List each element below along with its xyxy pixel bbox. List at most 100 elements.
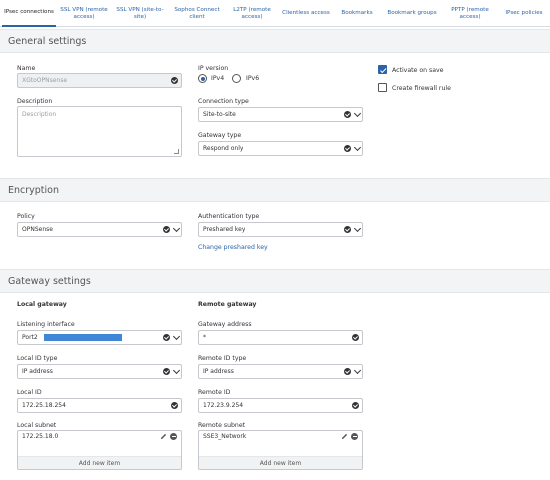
- connection-type-label: Connection type: [198, 98, 249, 105]
- local-id-type-select[interactable]: IP address: [17, 364, 182, 379]
- check-circle-icon: [352, 334, 359, 341]
- listening-interface-label: Listening interface: [17, 321, 75, 328]
- name-label: Name: [17, 65, 36, 72]
- local-subnet-label: Local subnet: [17, 422, 57, 429]
- gateway-settings-header: Gateway settings: [0, 269, 550, 293]
- authentication-type-value: Preshared key: [203, 226, 246, 233]
- gateway-address-label: Gateway address: [198, 321, 252, 328]
- general-settings-title: General settings: [8, 36, 87, 47]
- connection-type-value: Site-to-site: [203, 111, 236, 118]
- local-id-label: Local ID: [17, 389, 42, 396]
- encryption-section: Policy OPNSense Authentication type Pres…: [0, 202, 550, 266]
- description-textarea[interactable]: Description: [17, 106, 182, 157]
- create-firewall-rule-checkbox[interactable]: [378, 83, 387, 92]
- gateway-address-field[interactable]: *: [198, 330, 363, 345]
- description-label: Description: [17, 98, 53, 105]
- remote-id-type-select[interactable]: IP address: [198, 364, 363, 379]
- description-placeholder: Description: [22, 111, 57, 118]
- check-circle-icon: [163, 334, 170, 341]
- general-settings-section: Name XGtoOPNsense Description Descriptio…: [0, 53, 550, 175]
- gateway-type-value: Respond only: [203, 145, 244, 152]
- remote-id-value: 172.23.9.254: [203, 402, 244, 409]
- remote-id-field[interactable]: 172.23.9.254: [198, 398, 363, 413]
- gateway-settings-section: Local gateway Listening interface Port2 …: [0, 293, 550, 480]
- tab-bookmark-groups[interactable]: Bookmark groups: [384, 0, 440, 27]
- tab-bar: IPsec connections SSL VPN (remote access…: [0, 0, 550, 27]
- encryption-header: Encryption: [0, 178, 550, 202]
- gateway-type-label: Gateway type: [198, 132, 242, 139]
- check-circle-icon: [344, 111, 351, 118]
- activate-on-save-checkbox[interactable]: [378, 65, 387, 74]
- redaction-bar: [44, 334, 122, 341]
- add-new-item-button[interactable]: Add new item: [199, 456, 362, 469]
- remote-id-label: Remote ID: [198, 389, 231, 396]
- tab-ssl-vpn-remote-access[interactable]: SSL VPN (remote access): [58, 0, 110, 27]
- pencil-icon[interactable]: [341, 433, 348, 440]
- remote-subnet-label: Remote subnet: [198, 422, 246, 429]
- gateway-address-value: *: [203, 334, 206, 341]
- tab-ssl-vpn-site-to-site[interactable]: SSL VPN (site-to-site): [114, 0, 166, 27]
- chevron-down-icon: [353, 109, 362, 118]
- policy-label: Policy: [17, 213, 35, 220]
- tab-ipsec-connections[interactable]: IPsec connections: [2, 0, 56, 27]
- listening-interface-value: Port2: [22, 334, 38, 341]
- gateway-type-select[interactable]: Respond only: [198, 141, 363, 156]
- check-circle-icon: [163, 368, 170, 375]
- chevron-down-icon: [172, 332, 181, 341]
- ipv4-radio[interactable]: [198, 74, 207, 83]
- gateway-settings-title: Gateway settings: [8, 276, 91, 287]
- ipv6-radio[interactable]: [232, 74, 241, 83]
- remote-subnet-item: SSE3_Network: [203, 433, 247, 440]
- check-circle-icon: [163, 226, 170, 233]
- tab-bookmarks[interactable]: Bookmarks: [336, 0, 378, 27]
- chevron-down-icon: [353, 224, 362, 233]
- tab-ipsec-policies[interactable]: IPsec policies: [500, 0, 548, 27]
- local-id-type-label: Local ID type: [17, 355, 58, 362]
- remove-icon[interactable]: [170, 433, 177, 440]
- chevron-down-icon: [172, 224, 181, 233]
- remove-icon[interactable]: [351, 433, 358, 440]
- chevron-down-icon: [353, 143, 362, 152]
- check-circle-icon: [171, 77, 178, 84]
- chevron-down-icon: [353, 366, 362, 375]
- authentication-type-select[interactable]: Preshared key: [198, 222, 363, 237]
- policy-select[interactable]: OPNSense: [17, 222, 182, 237]
- remote-gateway-heading: Remote gateway: [198, 301, 257, 308]
- add-new-item-button[interactable]: Add new item: [18, 456, 181, 469]
- ipv4-label: IPv4: [211, 75, 225, 82]
- local-subnet-item: 172.25.18.0: [22, 433, 59, 440]
- ip-version-label: IP version: [198, 65, 229, 72]
- pencil-icon[interactable]: [160, 433, 167, 440]
- check-circle-icon: [344, 145, 351, 152]
- check-circle-icon: [352, 402, 359, 409]
- check-circle-icon: [344, 226, 351, 233]
- remote-subnet-list: SSE3_Network Add new item: [198, 430, 363, 470]
- chevron-down-icon: [172, 366, 181, 375]
- general-settings-header: General settings: [0, 29, 550, 53]
- local-id-field[interactable]: 172.25.18.254: [17, 398, 182, 413]
- resize-handle-icon[interactable]: [174, 149, 179, 154]
- remote-id-type-value: IP address: [203, 368, 234, 375]
- ipv6-label: IPv6: [246, 75, 260, 82]
- check-circle-icon: [344, 368, 351, 375]
- listening-interface-select[interactable]: Port2: [17, 330, 182, 345]
- tab-sophos-connect-client[interactable]: Sophos Connect client: [170, 0, 224, 27]
- local-id-type-value: IP address: [22, 368, 53, 375]
- activate-on-save-label: Activate on save: [392, 67, 444, 74]
- local-id-value: 172.25.18.254: [22, 402, 66, 409]
- name-value: XGtoOPNsense: [22, 77, 68, 84]
- authentication-type-label: Authentication type: [198, 213, 260, 220]
- create-firewall-rule-label: Create firewall rule: [392, 85, 451, 92]
- change-preshared-key-link[interactable]: Change preshared key: [198, 244, 268, 251]
- remote-id-type-label: Remote ID type: [198, 355, 247, 362]
- name-field[interactable]: XGtoOPNsense: [17, 73, 182, 88]
- encryption-title: Encryption: [8, 185, 60, 196]
- connection-type-select[interactable]: Site-to-site: [198, 107, 363, 122]
- tab-l2tp-remote-access[interactable]: L2TP (remote access): [228, 0, 276, 27]
- check-circle-icon: [171, 402, 178, 409]
- policy-value: OPNSense: [22, 226, 53, 233]
- tab-clientless-access[interactable]: Clientless access: [280, 0, 332, 27]
- tab-pptp-remote-access[interactable]: PPTP (remote access): [444, 0, 496, 27]
- local-gateway-heading: Local gateway: [17, 301, 67, 308]
- local-subnet-list: 172.25.18.0 Add new item: [17, 430, 182, 470]
